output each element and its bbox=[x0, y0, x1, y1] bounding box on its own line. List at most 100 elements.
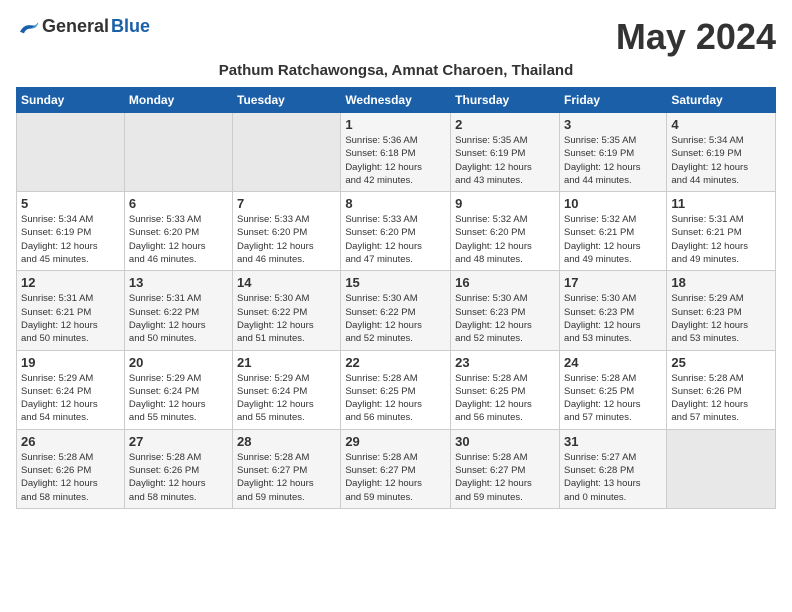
header-saturday: Saturday bbox=[667, 88, 776, 113]
day-info: Sunrise: 5:28 AM Sunset: 6:27 PM Dayligh… bbox=[455, 451, 555, 504]
header-row: Sunday Monday Tuesday Wednesday Thursday… bbox=[17, 88, 776, 113]
table-row: 22 Sunrise: 5:28 AM Sunset: 6:25 PM Dayli… bbox=[341, 350, 451, 429]
table-row: 28Sunrise: 5:28 AM Sunset: 6:27 PM Dayli… bbox=[233, 429, 341, 508]
day-number: 4 bbox=[671, 117, 771, 132]
day-number: 31 bbox=[564, 434, 662, 449]
table-row: 18Sunrise: 5:29 AM Sunset: 6:23 PM Dayli… bbox=[667, 271, 776, 350]
day-info: Sunrise: 5:33 AM Sunset: 6:20 PM Dayligh… bbox=[345, 213, 446, 266]
day-info: Sunrise: 5:36 AM Sunset: 6:18 PM Dayligh… bbox=[345, 134, 446, 187]
day-info: Sunrise: 5:30 AM Sunset: 6:23 PM Dayligh… bbox=[564, 292, 662, 345]
logo: General Blue bbox=[16, 16, 150, 37]
day-number: 2 bbox=[455, 117, 555, 132]
title-section: May 2024 bbox=[616, 16, 776, 58]
day-number: 15 bbox=[345, 275, 446, 290]
day-info: Sunrise: 5:31 AM Sunset: 6:21 PM Dayligh… bbox=[21, 292, 120, 345]
table-row: 3Sunrise: 5:35 AM Sunset: 6:19 PM Daylig… bbox=[559, 113, 666, 192]
day-info: Sunrise: 5:30 AM Sunset: 6:22 PM Dayligh… bbox=[237, 292, 336, 345]
table-row: 11 Sunrise: 5:31 AM Sunset: 6:21 PM Dayli… bbox=[667, 192, 776, 271]
day-number: 7 bbox=[237, 196, 336, 211]
table-row: 23 Sunrise: 5:28 AM Sunset: 6:25 PM Dayli… bbox=[451, 350, 560, 429]
day-number: 29 bbox=[345, 434, 446, 449]
day-number: 11 bbox=[671, 196, 771, 211]
day-number: 22 bbox=[345, 355, 446, 370]
day-info: Sunrise: 5:29 AM Sunset: 6:24 PM Dayligh… bbox=[21, 372, 120, 425]
day-info: Sunrise: 5:32 AM Sunset: 6:20 PM Dayligh… bbox=[455, 213, 555, 266]
table-row bbox=[667, 429, 776, 508]
table-row: 10 Sunrise: 5:32 AM Sunset: 6:21 PM Dayli… bbox=[559, 192, 666, 271]
day-info: Sunrise: 5:28 AM Sunset: 6:25 PM Dayligh… bbox=[455, 372, 555, 425]
day-number: 3 bbox=[564, 117, 662, 132]
day-info: Sunrise: 5:33 AM Sunset: 6:20 PM Dayligh… bbox=[237, 213, 336, 266]
calendar-week-row: 12 Sunrise: 5:31 AM Sunset: 6:21 PM Dayli… bbox=[17, 271, 776, 350]
calendar-body: 1 Sunrise: 5:36 AM Sunset: 6:18 PM Daylig… bbox=[17, 113, 776, 509]
table-row: 27 Sunrise: 5:28 AM Sunset: 6:26 PM Dayli… bbox=[124, 429, 232, 508]
table-row: 30 Sunrise: 5:28 AM Sunset: 6:27 PM Dayli… bbox=[451, 429, 560, 508]
table-row: 6 Sunrise: 5:33 AM Sunset: 6:20 PM Daylig… bbox=[124, 192, 232, 271]
day-number: 30 bbox=[455, 434, 555, 449]
table-row bbox=[233, 113, 341, 192]
header-tuesday: Tuesday bbox=[233, 88, 341, 113]
day-info: Sunrise: 5:29 AM Sunset: 6:24 PM Dayligh… bbox=[237, 372, 336, 425]
table-row: 2 Sunrise: 5:35 AM Sunset: 6:19 PM Daylig… bbox=[451, 113, 560, 192]
day-info: Sunrise: 5:33 AM Sunset: 6:20 PM Dayligh… bbox=[129, 213, 228, 266]
logo-blue-text: Blue bbox=[111, 16, 150, 37]
table-row: 14 Sunrise: 5:30 AM Sunset: 6:22 PM Dayli… bbox=[233, 271, 341, 350]
calendar-header: Sunday Monday Tuesday Wednesday Thursday… bbox=[17, 88, 776, 113]
day-info: Sunrise: 5:28 AM Sunset: 6:26 PM Dayligh… bbox=[129, 451, 228, 504]
table-row: 21Sunrise: 5:29 AM Sunset: 6:24 PM Dayli… bbox=[233, 350, 341, 429]
table-row: 13Sunrise: 5:31 AM Sunset: 6:22 PM Dayli… bbox=[124, 271, 232, 350]
day-number: 5 bbox=[21, 196, 120, 211]
day-info: Sunrise: 5:35 AM Sunset: 6:19 PM Dayligh… bbox=[455, 134, 555, 187]
calendar-week-row: 26 Sunrise: 5:28 AM Sunset: 6:26 PM Dayli… bbox=[17, 429, 776, 508]
day-number: 14 bbox=[237, 275, 336, 290]
table-row: 26Sunrise: 5:28 AM Sunset: 6:26 PM Dayli… bbox=[17, 429, 125, 508]
calendar-table: Sunday Monday Tuesday Wednesday Thursday… bbox=[16, 87, 776, 509]
day-info: Sunrise: 5:34 AM Sunset: 6:19 PM Dayligh… bbox=[671, 134, 771, 187]
table-row: 29Sunrise: 5:28 AM Sunset: 6:27 PM Dayli… bbox=[341, 429, 451, 508]
day-number: 13 bbox=[129, 275, 228, 290]
table-row: 5 Sunrise: 5:34 AM Sunset: 6:19 PM Daylig… bbox=[17, 192, 125, 271]
header-thursday: Thursday bbox=[451, 88, 560, 113]
day-number: 26 bbox=[21, 434, 120, 449]
table-row: 15 Sunrise: 5:30 AM Sunset: 6:22 PM Dayli… bbox=[341, 271, 451, 350]
day-number: 8 bbox=[345, 196, 446, 211]
table-row: 24 Sunrise: 5:28 AM Sunset: 6:25 PM Dayli… bbox=[559, 350, 666, 429]
table-row: 20Sunrise: 5:29 AM Sunset: 6:24 PM Dayli… bbox=[124, 350, 232, 429]
day-number: 24 bbox=[564, 355, 662, 370]
day-info: Sunrise: 5:30 AM Sunset: 6:23 PM Dayligh… bbox=[455, 292, 555, 345]
day-info: Sunrise: 5:32 AM Sunset: 6:21 PM Dayligh… bbox=[564, 213, 662, 266]
day-number: 9 bbox=[455, 196, 555, 211]
month-title: May 2024 bbox=[616, 16, 776, 58]
table-row: 7 Sunrise: 5:33 AM Sunset: 6:20 PM Daylig… bbox=[233, 192, 341, 271]
calendar-week-row: 19Sunrise: 5:29 AM Sunset: 6:24 PM Dayli… bbox=[17, 350, 776, 429]
day-info: Sunrise: 5:30 AM Sunset: 6:22 PM Dayligh… bbox=[345, 292, 446, 345]
calendar-week-row: 1 Sunrise: 5:36 AM Sunset: 6:18 PM Daylig… bbox=[17, 113, 776, 192]
table-row bbox=[17, 113, 125, 192]
day-info: Sunrise: 5:28 AM Sunset: 6:27 PM Dayligh… bbox=[237, 451, 336, 504]
header-friday: Friday bbox=[559, 88, 666, 113]
table-row: 12 Sunrise: 5:31 AM Sunset: 6:21 PM Dayli… bbox=[17, 271, 125, 350]
day-number: 27 bbox=[129, 434, 228, 449]
day-info: Sunrise: 5:34 AM Sunset: 6:19 PM Dayligh… bbox=[21, 213, 120, 266]
day-number: 20 bbox=[129, 355, 228, 370]
day-number: 23 bbox=[455, 355, 555, 370]
page-header: General Blue May 2024 bbox=[16, 16, 776, 58]
table-row: 19Sunrise: 5:29 AM Sunset: 6:24 PM Dayli… bbox=[17, 350, 125, 429]
header-wednesday: Wednesday bbox=[341, 88, 451, 113]
table-row: 9 Sunrise: 5:32 AM Sunset: 6:20 PM Daylig… bbox=[451, 192, 560, 271]
day-info: Sunrise: 5:29 AM Sunset: 6:23 PM Dayligh… bbox=[671, 292, 771, 345]
table-row: 31 Sunrise: 5:27 AM Sunset: 6:28 PM Dayli… bbox=[559, 429, 666, 508]
day-info: Sunrise: 5:28 AM Sunset: 6:25 PM Dayligh… bbox=[564, 372, 662, 425]
day-number: 17 bbox=[564, 275, 662, 290]
day-number: 1 bbox=[345, 117, 446, 132]
day-info: Sunrise: 5:28 AM Sunset: 6:26 PM Dayligh… bbox=[671, 372, 771, 425]
table-row: 16Sunrise: 5:30 AM Sunset: 6:23 PM Dayli… bbox=[451, 271, 560, 350]
day-info: Sunrise: 5:28 AM Sunset: 6:25 PM Dayligh… bbox=[345, 372, 446, 425]
day-number: 12 bbox=[21, 275, 120, 290]
day-number: 6 bbox=[129, 196, 228, 211]
day-number: 10 bbox=[564, 196, 662, 211]
day-info: Sunrise: 5:31 AM Sunset: 6:21 PM Dayligh… bbox=[671, 213, 771, 266]
day-info: Sunrise: 5:27 AM Sunset: 6:28 PM Dayligh… bbox=[564, 451, 662, 504]
day-number: 25 bbox=[671, 355, 771, 370]
table-row: 17 Sunrise: 5:30 AM Sunset: 6:23 PM Dayli… bbox=[559, 271, 666, 350]
